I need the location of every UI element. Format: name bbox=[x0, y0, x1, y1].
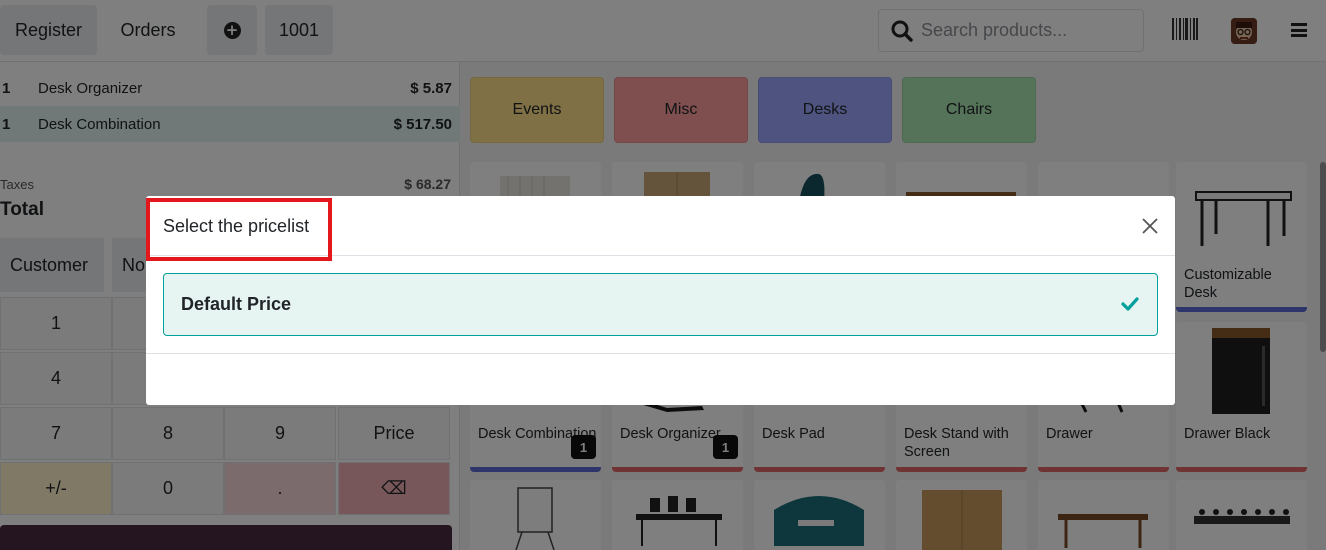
close-icon[interactable] bbox=[1141, 217, 1159, 235]
pricelist-option-label: Default Price bbox=[181, 294, 292, 314]
title-highlight-box bbox=[146, 198, 332, 261]
pricelist-option-default[interactable]: Default Price bbox=[163, 273, 1158, 336]
checkmark-icon bbox=[1121, 297, 1139, 311]
pricelist-dialog: Select the pricelist Default Price bbox=[146, 196, 1175, 405]
dialog-footer-divider bbox=[146, 353, 1175, 354]
